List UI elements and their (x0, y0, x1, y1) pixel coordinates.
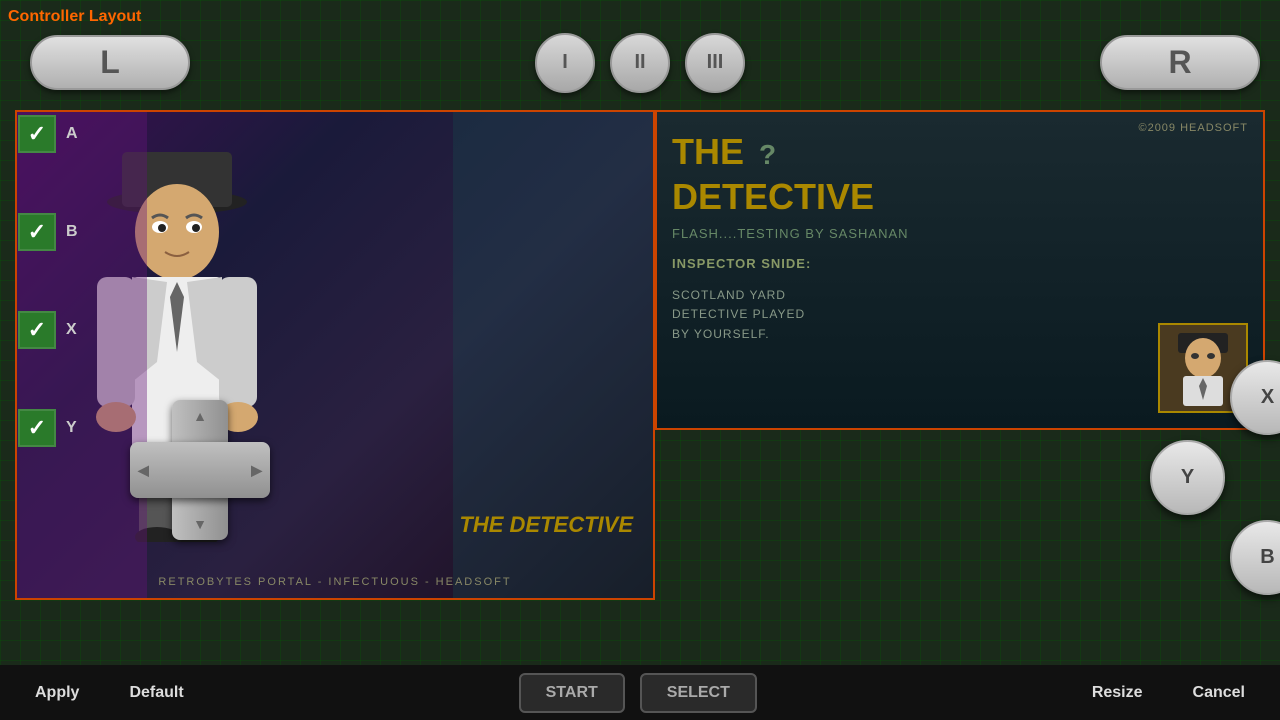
dpad-cross[interactable]: ▲ ▼ ◀ ▶ (130, 400, 270, 540)
checkbox-y-box[interactable] (18, 409, 56, 447)
inspector-label: INSPECTOR SNIDE: (672, 256, 1248, 271)
checkbox-y: Y (18, 409, 78, 447)
apply-button[interactable]: Apply (15, 673, 99, 713)
roman2-button[interactable]: II (610, 33, 670, 93)
detective-title-line1: THE ? (672, 132, 1248, 172)
right-game-screenshot: ©2009 HEADSOFT THE ? DETECTIVE FLASH....… (657, 112, 1263, 428)
checkbox-b-box[interactable] (18, 213, 56, 251)
l-button[interactable]: L (30, 35, 190, 90)
detective-title-block: THE ? DETECTIVE (672, 132, 1248, 216)
left-game-area: THE DETECTIVE RETROBYTES PORTAL - INFECT… (15, 110, 655, 600)
dpad-horizontal: ◀ ▶ (130, 442, 270, 498)
detective-subtitle: FLASH....TESTING BY SASHANAN (672, 226, 1248, 241)
right-game-area: ©2009 HEADSOFT THE ? DETECTIVE FLASH....… (655, 110, 1265, 430)
dpad-up-arrow: ▲ (193, 408, 207, 424)
checkbox-y-label: Y (66, 419, 77, 437)
checkbox-x: X (18, 311, 78, 349)
left-game-screenshot: THE DETECTIVE RETROBYTES PORTAL - INFECT… (17, 112, 653, 598)
copyright-text: ©2009 HEADSOFT (1138, 122, 1248, 134)
y-button[interactable]: Y (1150, 440, 1225, 515)
roman1-button[interactable]: I (535, 33, 595, 93)
default-button[interactable]: Default (109, 673, 203, 713)
checkbox-a: A (18, 115, 78, 153)
top-button-bar: L I II III R (0, 35, 1280, 90)
dpad-left-arrow: ◀ (138, 462, 149, 479)
checkbox-a-label: A (66, 125, 78, 143)
checkbox-a-box[interactable] (18, 115, 56, 153)
select-button[interactable]: SELECT (640, 673, 757, 713)
dpad-right-arrow: ▶ (251, 462, 262, 479)
checkbox-b: B (18, 213, 78, 251)
bottom-center-buttons: START SELECT (214, 673, 1062, 713)
left-game-title: THE DETECTIVE (459, 512, 633, 538)
page-title: Controller Layout (8, 8, 141, 26)
roman3-button[interactable]: III (685, 33, 745, 93)
detective-title-line2: DETECTIVE (672, 177, 1248, 217)
r-button[interactable]: R (1100, 35, 1260, 90)
checkbox-x-label: X (66, 321, 77, 339)
cancel-button[interactable]: Cancel (1173, 673, 1265, 713)
bottom-right-buttons: Resize Cancel (1072, 673, 1265, 713)
start-button[interactable]: START (519, 673, 625, 713)
center-buttons: I II III (535, 33, 745, 93)
resize-button[interactable]: Resize (1072, 673, 1163, 713)
bottom-bar: Apply Default START SELECT Resize Cancel (0, 665, 1280, 720)
checkbox-b-label: B (66, 223, 78, 241)
checkbox-list: A B X Y (18, 115, 78, 447)
left-game-bottom-text: RETROBYTES PORTAL - INFECTUOUS - HEADSOF… (17, 576, 653, 588)
dpad-down-arrow: ▼ (193, 516, 207, 532)
dpad[interactable]: ▲ ▼ ◀ ▶ (130, 400, 270, 540)
checkbox-x-box[interactable] (18, 311, 56, 349)
